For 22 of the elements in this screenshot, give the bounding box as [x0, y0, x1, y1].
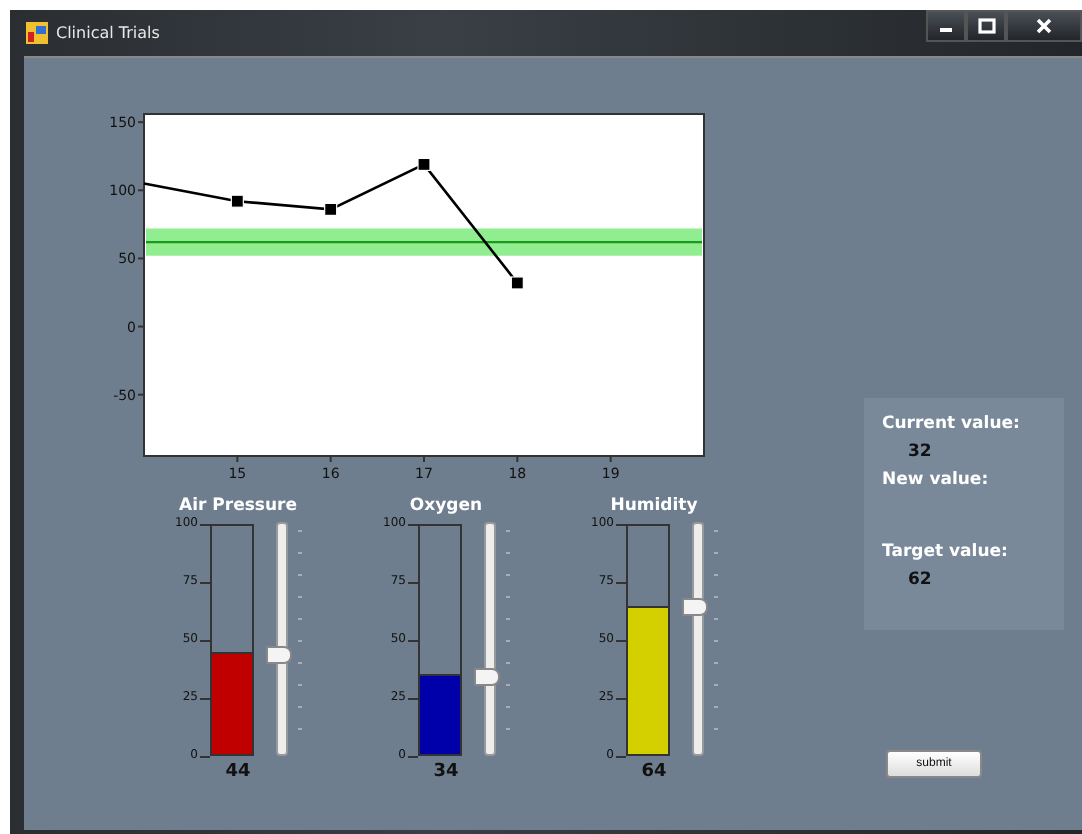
current-value: 32	[908, 442, 934, 462]
gauge-value: 64	[639, 762, 669, 782]
close-icon	[1036, 17, 1052, 33]
target-value: 62	[908, 570, 934, 590]
maximize-icon	[977, 17, 995, 33]
maximize-button[interactable]	[966, 9, 1006, 41]
data-point	[324, 202, 338, 216]
slider-thumb[interactable]	[682, 598, 708, 617]
gauge-value: 34	[431, 762, 461, 782]
data-point	[230, 194, 244, 208]
gauge-value: 44	[223, 762, 253, 782]
current-value-label: Current value:	[882, 414, 1022, 434]
target-value-label: Target value:	[882, 542, 1010, 562]
slider-thumb[interactable]	[266, 645, 292, 664]
minimize-button[interactable]	[926, 9, 966, 41]
close-button[interactable]	[1006, 9, 1082, 41]
slider-thumb[interactable]	[474, 668, 500, 687]
window-title: Clinical Trials	[56, 24, 160, 42]
data-point	[510, 276, 524, 290]
data-point	[417, 157, 431, 171]
app-icon	[26, 22, 48, 44]
new-value-label: New value:	[882, 470, 991, 490]
